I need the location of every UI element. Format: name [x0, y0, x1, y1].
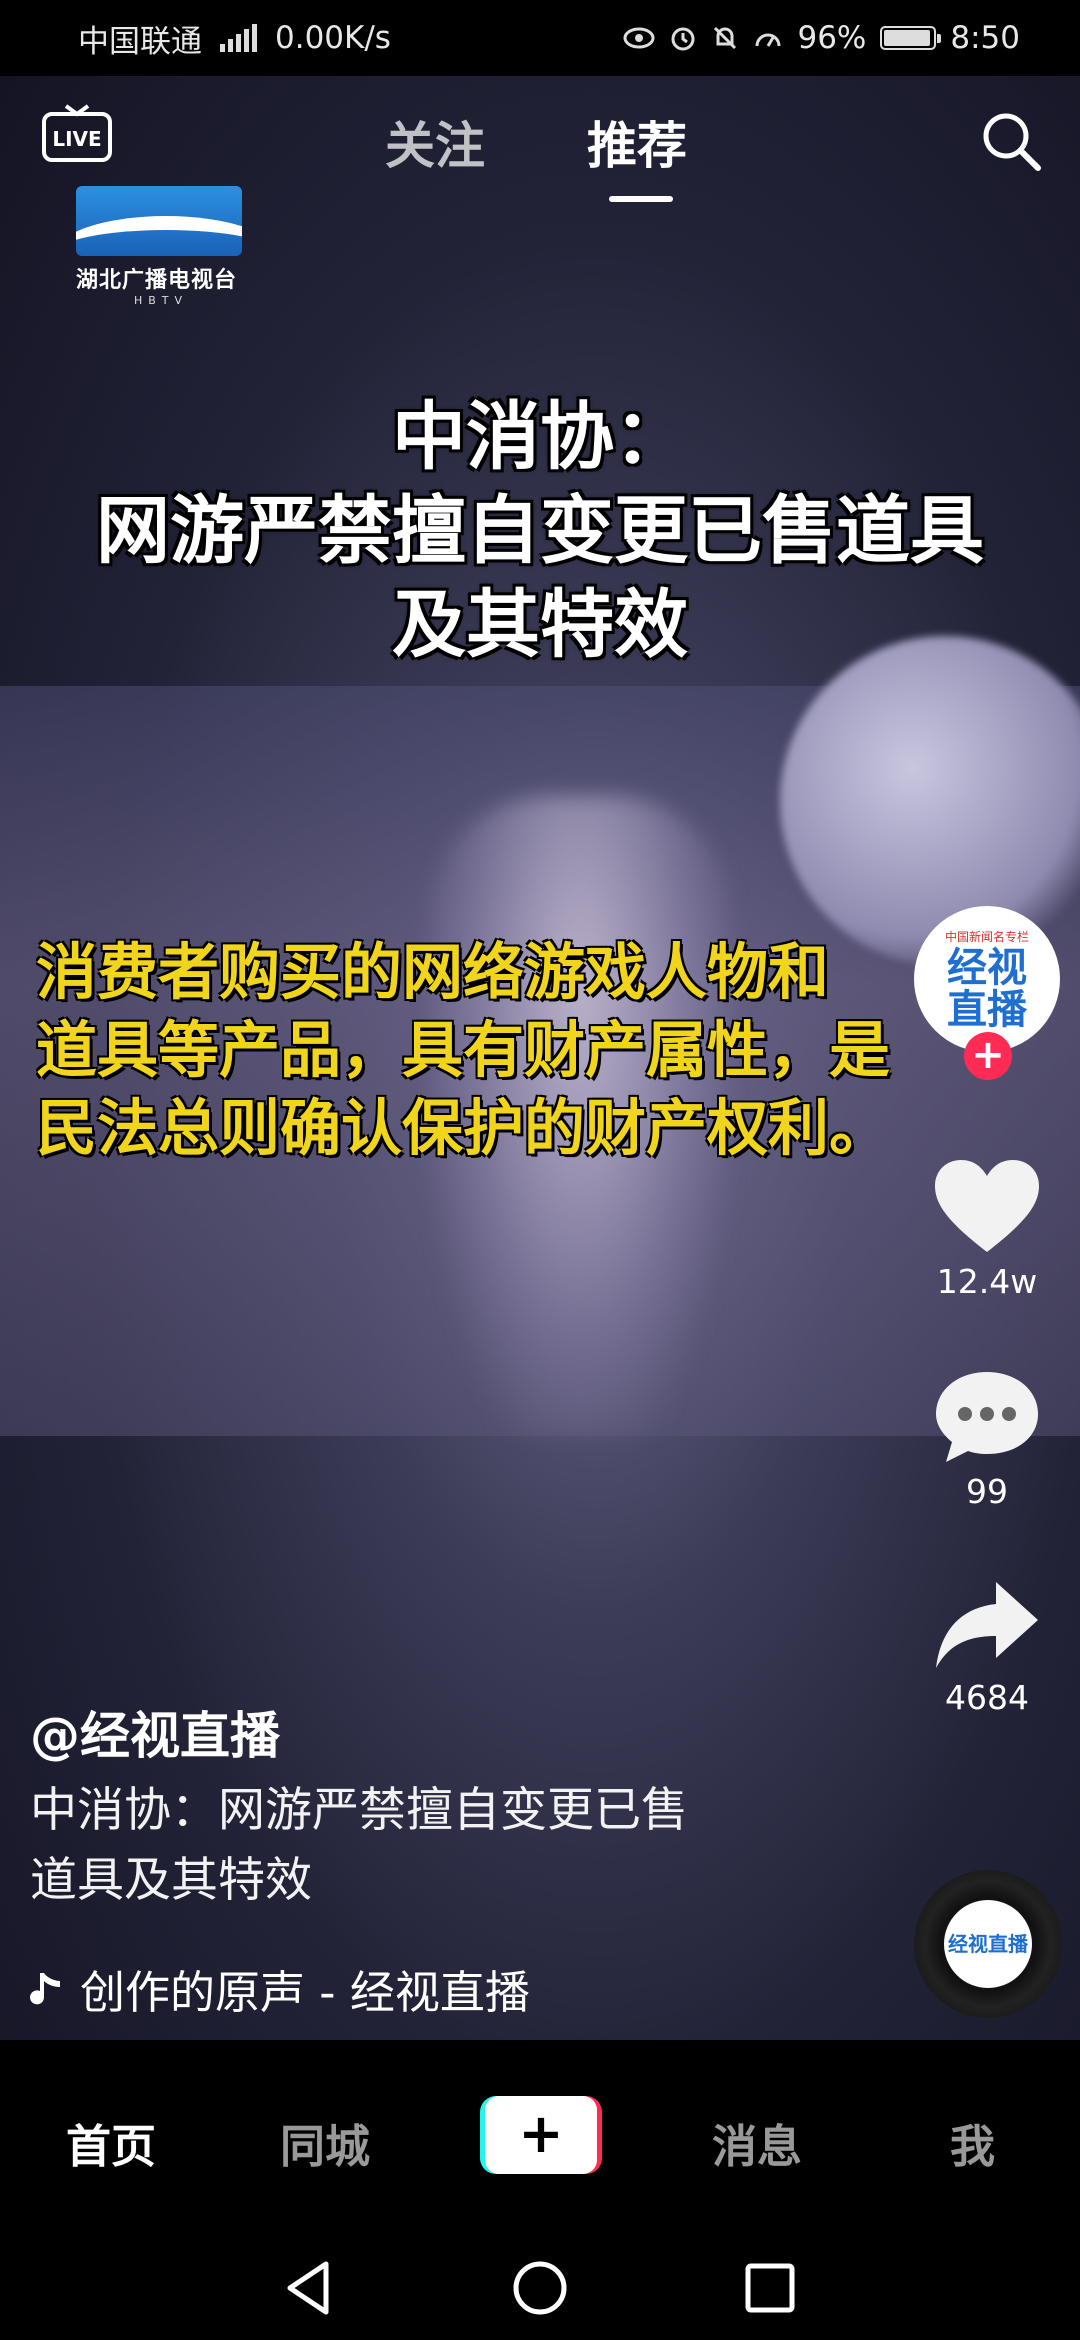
comment-count: 99	[966, 1472, 1008, 1511]
back-icon[interactable]	[282, 2258, 338, 2318]
battery-icon	[880, 26, 942, 50]
headline-line: 网游严禁擅自变更已售道具	[96, 488, 984, 574]
bottom-tab-bar: 首页 同城 + 消息 我	[0, 2040, 1080, 2240]
post-description: 中消协：网游严禁擅自变更已售 道具及其特效	[30, 1776, 790, 1916]
description-line: 道具及其特效	[30, 1853, 312, 1908]
music-info[interactable]: 创作的原声 - 经视直播	[30, 1956, 530, 2021]
comment-icon	[936, 1372, 1038, 1462]
tab-home[interactable]: 首页	[66, 2110, 156, 2175]
author-handle[interactable]: @经视直播	[30, 1696, 280, 1768]
video-subtitle: 消费者购买的网络游戏人物和 道具等产品，具有财产属性，是 民法总则确认保护的财产…	[36, 934, 1046, 1168]
follow-button[interactable]: +	[964, 1032, 1012, 1080]
status-bar: 中国联通 0.00K/s 96% 8:50	[0, 0, 1080, 76]
plus-icon: +	[485, 2096, 597, 2174]
home-icon[interactable]	[510, 2258, 570, 2318]
headline-line: 及其特效	[392, 582, 688, 668]
tab-nearby[interactable]: 同城	[280, 2110, 370, 2175]
avatar[interactable]: 中国新闻名专栏 经视 直播	[914, 906, 1060, 1052]
share-arrow-icon	[936, 1582, 1038, 1668]
tab-messages[interactable]: 消息	[712, 2110, 802, 2175]
like-count: 12.4w	[936, 1262, 1038, 1301]
subtitle-line: 道具等产品，具有财产属性，是	[36, 1015, 891, 1086]
avatar-text-1: 经视	[947, 944, 1027, 991]
search-icon[interactable]	[976, 106, 1046, 176]
video-headline: 中消协： 网游严禁擅自变更已售道具 及其特效	[0, 390, 1080, 672]
recents-icon[interactable]	[742, 2258, 798, 2318]
system-nav-bar	[0, 2240, 1080, 2340]
author-avatar[interactable]: 中国新闻名专栏 经视 直播 +	[914, 906, 1060, 1080]
battery-percent: 96%	[797, 20, 867, 56]
share-count: 4684	[945, 1678, 1029, 1717]
heart-icon	[935, 1160, 1039, 1252]
description-line: 中消协：网游严禁擅自变更已售	[30, 1783, 688, 1838]
mute-bell-icon	[714, 26, 737, 50]
tab-profile[interactable]: 我	[950, 2110, 995, 2175]
music-note-icon	[30, 1972, 60, 2004]
eye-icon	[623, 27, 655, 49]
music-title: 创作的原声 - 经视直播	[80, 1966, 530, 2019]
share-button[interactable]: 4684	[920, 1576, 1054, 1717]
like-button[interactable]: 12.4w	[920, 1156, 1054, 1301]
subtitle-line: 消费者购买的网络游戏人物和	[36, 937, 830, 1008]
signal-icon	[220, 24, 257, 52]
subtitle-line: 民法总则确认保护的财产权利。	[36, 1093, 891, 1164]
station-logo-sub: HBTV	[133, 294, 189, 307]
alarm-icon	[671, 27, 695, 51]
music-disc[interactable]: 经视直播	[914, 1870, 1062, 2018]
carrier-label: 中国联通	[78, 23, 202, 60]
tab-recommended[interactable]: 推荐	[587, 106, 687, 178]
live-label: LIVE	[52, 127, 101, 151]
tab-following[interactable]: 关注	[385, 106, 485, 178]
network-speed: 0.00K/s	[275, 20, 391, 56]
avatar-text-2: 直播	[947, 986, 1027, 1033]
live-icon[interactable]: LIVE	[40, 102, 114, 164]
station-logo-graphic	[76, 186, 242, 256]
data-saver-icon	[755, 33, 781, 47]
comment-button[interactable]: 99	[920, 1366, 1054, 1511]
clock: 8:50	[950, 20, 1020, 56]
station-logo: 湖北广播电视台 HBTV	[76, 186, 246, 307]
avatar-small-text: 中国新闻名专栏	[944, 929, 1029, 944]
disc-cover: 经视直播	[944, 1900, 1032, 1988]
create-button[interactable]: +	[480, 2096, 602, 2174]
video-player[interactable]: LIVE 关注 推荐 湖北广播电视台 HBTV 中消协： 网游严禁擅自变更已售道…	[0, 76, 1080, 2040]
headline-line: 中消协：	[392, 394, 688, 480]
active-tab-indicator	[609, 196, 673, 202]
station-logo-text: 湖北广播电视台	[76, 268, 238, 293]
